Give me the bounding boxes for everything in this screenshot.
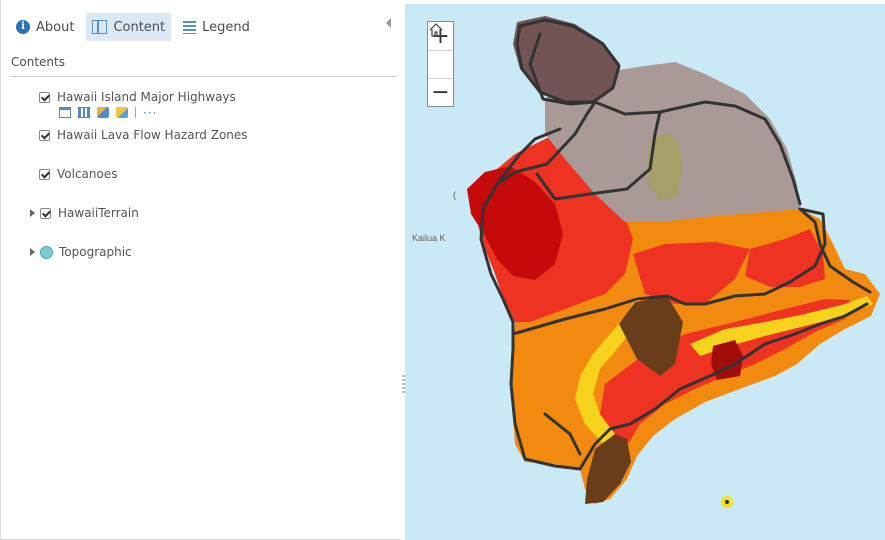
tool-separator	[135, 107, 136, 118]
tab-legend-label: Legend	[202, 19, 250, 35]
side-panel: i About Content Legend Contents Hawaii I…	[0, 0, 402, 540]
panel-tabs: i About Content Legend	[10, 13, 256, 41]
table-icon[interactable]	[59, 107, 71, 118]
home-button[interactable]	[428, 23, 453, 78]
change-symbol-icon[interactable]	[97, 107, 109, 118]
content-icon	[92, 20, 108, 34]
more-options-icon[interactable]: ···	[143, 107, 157, 119]
tab-content[interactable]: Content	[86, 13, 172, 41]
expand-topographic-icon[interactable]	[30, 248, 35, 256]
layer-item-topographic: Topographic	[30, 245, 132, 259]
legend-icon	[183, 20, 197, 34]
home-icon	[429, 23, 443, 37]
place-label-partial: (	[453, 190, 456, 200]
layer-checkbox-terrain[interactable]	[40, 207, 51, 219]
zoom-out-button[interactable]: −	[428, 78, 453, 106]
basemap-globe-icon	[40, 245, 53, 259]
layer-checkbox-highways[interactable]	[39, 91, 50, 103]
layer-label-terrain: HawaiiTerrain	[58, 206, 139, 220]
layer-label-topographic: Topographic	[59, 245, 132, 259]
layer-checkbox-lava-zones[interactable]	[39, 129, 50, 141]
divider	[10, 76, 397, 77]
tab-content-label: Content	[113, 19, 166, 35]
layer-label-volcanoes: Volcanoes	[57, 167, 118, 181]
island-map	[467, 16, 880, 508]
place-label-kailua: Kailua K	[412, 233, 446, 243]
layer-item-volcanoes: Volcanoes	[39, 167, 118, 181]
zone-dark-mauve-kohala	[513, 16, 620, 102]
contents-title: Contents	[11, 55, 65, 69]
attribute-table-icon[interactable]	[78, 107, 90, 118]
map-view[interactable]: + − ( Kailua K	[405, 4, 885, 540]
collapse-panel-icon[interactable]	[386, 18, 391, 28]
layer-item-terrain: HawaiiTerrain	[30, 206, 139, 220]
layer-item-lava-zones: Hawaii Lava Flow Hazard Zones	[39, 128, 248, 142]
info-icon: i	[16, 20, 30, 34]
tab-about-label: About	[36, 19, 75, 35]
layer-label-highways: Hawaii Island Major Highways	[57, 90, 236, 104]
expand-terrain-icon[interactable]	[30, 209, 35, 217]
analysis-icon[interactable]	[116, 107, 128, 118]
zoom-control: + −	[427, 21, 454, 107]
layer-label-lava-zones: Hawaii Lava Flow Hazard Zones	[57, 128, 248, 142]
layer-checkbox-volcanoes[interactable]	[39, 168, 50, 180]
tab-legend[interactable]: Legend	[177, 13, 256, 41]
layer-tools: ···	[59, 107, 157, 119]
tab-about[interactable]: i About	[10, 13, 80, 41]
layer-item-highways: Hawaii Island Major Highways	[39, 90, 236, 104]
